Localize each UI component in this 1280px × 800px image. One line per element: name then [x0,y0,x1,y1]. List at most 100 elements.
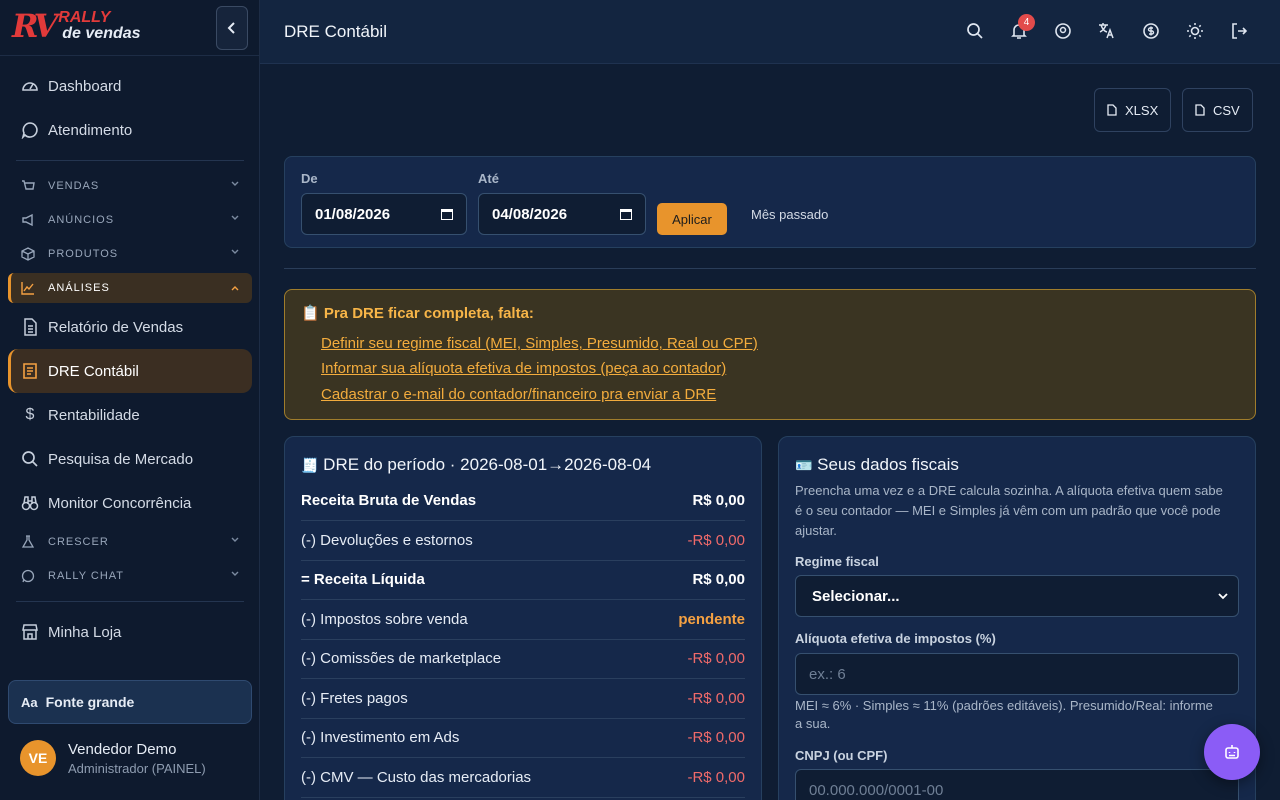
chart-line-icon [21,281,35,295]
dre-row: (-) Comissões de marketplace -R$ 0,00 [301,639,745,679]
header-actions: 4 [966,14,1248,42]
export-csv-label: CSV [1213,102,1240,118]
sidebar-item-label: Atendimento [48,121,133,139]
sidebar-section-anuncios[interactable]: ANÚNCIOS [8,203,252,237]
bell-icon[interactable]: 4 [1010,14,1035,42]
sidebar-divider [16,160,244,161]
link-define-regime[interactable]: Definir seu regime fiscal (MEI, Simples,… [321,335,758,352]
cart-icon [21,179,35,193]
user-profile[interactable]: VE Vendedor Demo Administrador (PAINEL) [20,740,206,776]
dre-row-value: R$ 0,00 [692,571,745,588]
export-xlsx-button[interactable]: XLSX [1094,88,1172,132]
fiscal-title: 🪪 Seus dados fiscais [795,455,959,475]
box-icon [21,247,35,261]
from-label: De [301,171,318,186]
chevron-up-icon [231,286,239,291]
export-xlsx-label: XLSX [1125,102,1159,118]
dollar-icon: $ [25,406,35,423]
sidebar-item-label: Rentabilidade [48,406,140,424]
fiscal-data-card: 🪪 Seus dados fiscais Preencha uma vez e … [778,436,1256,800]
document-icon [21,318,39,336]
translate-icon[interactable] [1098,20,1116,42]
chevron-down-icon [231,249,239,254]
brand-logo[interactable]: RV RALLY de vendas [12,10,141,43]
sidebar-item-label: Relatório de Vendas [48,318,184,336]
font-size-icon: Aa [21,694,38,710]
megaphone-icon [21,213,35,227]
font-size-label: Fonte grande [45,694,135,710]
sidebar-section-label: ANÁLISES [48,282,110,294]
page-title: DRE Contábil [284,22,387,41]
search-icon[interactable] [966,20,984,42]
dre-row: (-) CMV — Custo das mercadorias -R$ 0,00 [301,758,745,798]
user-circle-icon[interactable] [1054,20,1072,42]
brand-tagline: de vendas [62,25,141,42]
logout-icon[interactable] [1230,20,1248,42]
aliquota-input[interactable]: ex.: 6 [795,653,1239,695]
dre-row-label: (-) Devoluções e estornos [301,532,473,549]
chevron-down-icon [231,215,239,220]
sidebar-section-label: RALLY CHAT [48,570,125,582]
receipt-icon [21,362,39,380]
export-csv-button[interactable]: CSV [1182,88,1253,132]
regime-select[interactable]: Selecionar... [795,575,1239,617]
sidebar-section-rally-chat[interactable]: RALLY CHAT [8,559,252,593]
sidebar-section-vendas[interactable]: VENDAS [8,169,252,203]
date-filter-panel: De 01/08/2026 Até 04/08/2026 Aplicar Mês… [284,156,1256,248]
dre-row-value: -R$ 0,00 [687,769,745,786]
sidebar-item-dashboard[interactable]: Dashboard [8,64,252,108]
link-register-email[interactable]: Cadastrar o e-mail do contador/financeir… [321,386,716,403]
sidebar-item-rentabilidade[interactable]: $ Rentabilidade [8,393,252,437]
sidebar-item-pesquisa-mercado[interactable]: Pesquisa de Mercado [8,437,252,481]
calendar-icon[interactable] [619,207,633,221]
aliquota-help: MEI ≈ 6% · Simples ≈ 11% (padrões editáv… [795,698,1213,731]
sun-icon[interactable] [1186,20,1204,42]
robot-icon [1225,745,1239,759]
last-month-preset[interactable]: Mês passado [751,207,828,222]
avatar: VE [20,740,56,776]
aliquota-label: Alíquota efetiva de impostos (%) [795,631,996,646]
chat-assistant-button[interactable] [1204,724,1260,780]
sidebar-item-label: Monitor Concorrência [48,494,192,512]
sidebar-section-produtos[interactable]: PRODUTOS [8,237,252,271]
dre-row-value: -R$ 0,00 [687,532,745,549]
to-date-input[interactable]: 04/08/2026 [478,193,646,235]
regime-select-value: Selecionar... [812,587,900,605]
dre-row: Receita Bruta de Vendas R$ 0,00 [301,481,745,521]
sidebar-item-relatorio-vendas[interactable]: Relatório de Vendas [8,305,252,349]
dre-row-label: = Receita Líquida [301,571,425,588]
sidebar-item-atendimento[interactable]: Atendimento [8,108,252,152]
cnpj-input[interactable]: 00.000.000/0001-00 [795,769,1239,800]
dre-row: (-) Devoluções e estornos -R$ 0,00 [301,521,745,561]
link-inform-aliquota[interactable]: Informar sua alíquota efetiva de imposto… [321,360,726,377]
sidebar-item-dre-contabil[interactable]: DRE Contábil [8,349,252,393]
sidebar-section-label: ANÚNCIOS [48,214,115,226]
whatsapp-icon [21,569,35,583]
logo-bar: RV RALLY de vendas [0,0,259,56]
sidebar-divider [16,601,244,602]
sidebar-item-minha-loja[interactable]: Minha Loja [8,610,252,654]
dre-row-value: -R$ 0,00 [687,690,745,707]
chevron-left-icon [227,22,235,34]
font-size-toggle[interactable]: Aa Fonte grande [8,680,252,724]
sidebar-section-crescer[interactable]: CRESCER [8,525,252,559]
calendar-icon[interactable] [440,207,454,221]
dre-row-label: (-) Comissões de marketplace [301,650,502,667]
to-label: Até [478,171,499,186]
dre-row-label: (-) Fretes pagos [301,690,408,707]
sidebar-item-label: Pesquisa de Mercado [48,450,194,468]
main-content: XLSX CSV De 01/08/2026 Até 04/08/2026 Ap… [260,64,1280,800]
dre-row-value: -R$ 0,00 [687,729,745,746]
sidebar-item-label: DRE Contábil [48,362,139,380]
chevron-down-icon [231,571,239,576]
currency-icon[interactable] [1142,20,1160,42]
sidebar-nav: Dashboard Atendimento VENDAS ANÚNCIOS PR… [8,64,252,654]
sidebar-section-analises[interactable]: ANÁLISES [8,273,252,303]
apply-button[interactable]: Aplicar [657,203,727,235]
sidebar-item-monitor-concorrencia[interactable]: Monitor Concorrência [8,481,252,525]
missing-setup-warning: 📋 Pra DRE ficar completa, falta: Definir… [284,289,1256,420]
chevron-down-icon [1218,593,1228,600]
file-icon [1195,104,1205,116]
from-date-input[interactable]: 01/08/2026 [301,193,467,235]
collapse-sidebar-button[interactable] [216,6,248,50]
